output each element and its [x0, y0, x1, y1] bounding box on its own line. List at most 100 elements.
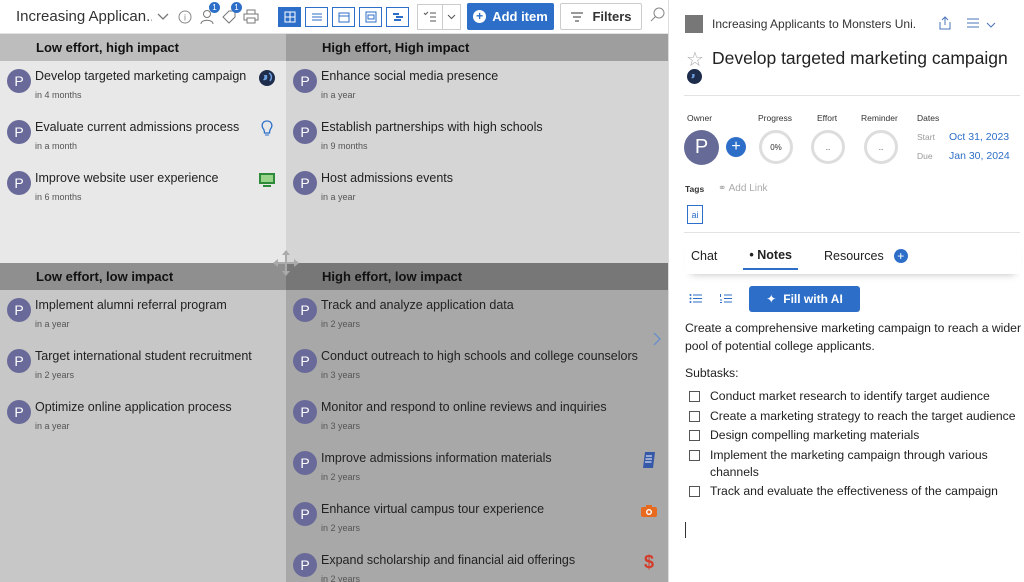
item-due: in 3 years: [321, 370, 361, 380]
search-icon[interactable]: [650, 6, 666, 27]
item-due: in 2 years: [321, 523, 361, 533]
add-link-button[interactable]: ⚭ Add Link: [718, 183, 768, 194]
list-item[interactable]: P Monitor and respond to online reviews …: [286, 392, 668, 443]
chevron-down-icon[interactable]: [986, 16, 996, 33]
chevron-down-icon[interactable]: [152, 6, 174, 28]
tab-resources[interactable]: Resources: [818, 243, 890, 269]
list-item[interactable]: P Improve website user experience in 6 m…: [0, 163, 286, 214]
subtask-checkbox[interactable]: [689, 449, 700, 461]
chevron-right-icon[interactable]: [653, 332, 661, 351]
item-title: Evaluate current admissions process: [35, 120, 240, 134]
list-item[interactable]: P Host admissions events in a year: [286, 163, 668, 214]
fill-with-ai-label: Fill with AI: [783, 292, 843, 306]
users-icon[interactable]: 1: [196, 1, 220, 28]
globe-icon[interactable]: [687, 69, 702, 84]
board-view-icon[interactable]: [359, 6, 382, 27]
move-arrows-icon[interactable]: [270, 248, 302, 278]
checklist-menu[interactable]: [417, 3, 461, 30]
print-icon[interactable]: [240, 6, 262, 28]
bullet-list-icon[interactable]: [689, 291, 703, 307]
info-icon[interactable]: i: [174, 6, 196, 28]
tag-icon[interactable]: 1: [218, 1, 242, 28]
subtask-text: Conduct market research to identify targ…: [710, 389, 990, 403]
item-title[interactable]: Develop targeted marketing campaign: [712, 48, 1008, 69]
list-view-icon[interactable]: [305, 6, 328, 27]
text-cursor: [685, 522, 686, 538]
item-title: Host admissions events: [321, 171, 454, 185]
avatar[interactable]: P: [684, 130, 719, 165]
progress-ring[interactable]: 0%: [759, 130, 793, 164]
subtask-item: Implement the marketing campaign through…: [685, 447, 1021, 481]
list-item[interactable]: P Enhance virtual campus tour experience…: [286, 494, 668, 545]
list-item[interactable]: P Target international student recruitme…: [0, 341, 286, 392]
gantt-view-icon[interactable]: [386, 6, 409, 27]
item-due: in a month: [35, 141, 78, 151]
item-due: in 4 months: [35, 90, 82, 100]
avatar: P: [293, 349, 317, 373]
subtask-item: Conduct market research to identify targ…: [685, 388, 1021, 405]
item-title: Implement alumni referral program: [35, 298, 227, 312]
item-due: in 2 years: [321, 319, 361, 329]
item-title: Monitor and respond to online reviews an…: [321, 400, 607, 414]
calendar-view-icon[interactable]: [332, 6, 355, 27]
subtask-text: Design compelling marketing materials: [710, 428, 920, 442]
chevron-down-icon[interactable]: [442, 4, 460, 29]
app-root: Increasing Applican... i 1 1 + Add item …: [0, 0, 1024, 582]
divider: [684, 95, 1020, 96]
filters-button[interactable]: Filters: [560, 3, 642, 30]
add-item-button[interactable]: + Add item: [467, 3, 554, 30]
menu-icon[interactable]: [966, 16, 980, 33]
list-item[interactable]: P Expand scholarship and financial aid o…: [286, 545, 668, 582]
effort-ring[interactable]: ..: [811, 130, 845, 164]
due-date[interactable]: Jan 30, 2024: [949, 150, 1010, 162]
add-resource-button[interactable]: +: [893, 249, 908, 263]
tab-chat[interactable]: Chat: [685, 243, 723, 269]
add-owner-button[interactable]: +: [726, 137, 746, 157]
list-item[interactable]: P Evaluate current admissions process in…: [0, 112, 286, 163]
list-item[interactable]: P Improve admissions information materia…: [286, 443, 668, 494]
checklist-icon[interactable]: [418, 5, 442, 29]
list-item[interactable]: P Establish partnerships with high schoo…: [286, 112, 668, 163]
avatar: P: [293, 451, 317, 475]
notes-editor[interactable]: Create a comprehensive marketing campaig…: [685, 319, 1021, 500]
item-title: Enhance virtual campus tour experience: [321, 502, 545, 516]
tab-notes-label: Notes: [757, 248, 792, 262]
reminder-ring[interactable]: ..: [864, 130, 898, 164]
list-item[interactable]: P Implement alumni referral program in a…: [0, 290, 286, 341]
item-due: in 2 years: [321, 472, 361, 482]
item-title: Track and analyze application data: [321, 298, 514, 312]
avatar: P: [293, 553, 317, 577]
subtask-item: Design compelling marketing materials: [685, 427, 1021, 444]
list-item[interactable]: P Track and analyze application data in …: [286, 290, 668, 341]
fill-with-ai-button[interactable]: ✦ Fill with AI: [749, 286, 860, 312]
list-item[interactable]: P Optimize online application process in…: [0, 392, 286, 443]
quadrant-title: Low effort, low impact: [0, 263, 286, 290]
list-item[interactable]: P Conduct outreach to high schools and c…: [286, 341, 668, 392]
tag-chip[interactable]: ai: [687, 205, 703, 224]
list-item[interactable]: P Develop targeted marketing campaign in…: [0, 61, 286, 112]
progress-label: Progress: [758, 113, 793, 123]
tab-notes[interactable]: • Notes: [743, 242, 798, 270]
item-title: Conduct outreach to high schools and col…: [321, 349, 638, 363]
share-icon[interactable]: [938, 15, 952, 33]
add-item-label: Add item: [492, 9, 548, 24]
subtask-list: Conduct market research to identify targ…: [685, 388, 1021, 500]
panel-project-title[interactable]: Increasing Applicants to Monsters Uni...: [712, 17, 916, 31]
toolbar: Increasing Applican... i 1 1 + Add item …: [0, 0, 668, 34]
numbered-list-icon[interactable]: [719, 291, 733, 307]
subtask-checkbox[interactable]: [689, 410, 700, 422]
project-thumbnail: [685, 15, 703, 33]
subtask-checkbox[interactable]: [689, 486, 700, 497]
subtask-checkbox[interactable]: [689, 391, 700, 402]
quadrant-high-effort-high-impact: High effort, High impact P Enhance socia…: [286, 34, 668, 263]
quadrant-title: High effort, High impact: [286, 34, 668, 61]
matrix-view-icon[interactable]: [278, 6, 301, 27]
camera-icon: [640, 502, 658, 520]
start-date[interactable]: Oct 31, 2023: [949, 131, 1009, 143]
project-title[interactable]: Increasing Applican...: [16, 8, 152, 25]
avatar: P: [293, 120, 317, 144]
subtask-checkbox[interactable]: [689, 430, 700, 441]
item-title: Expand scholarship and financial aid off…: [321, 553, 576, 567]
avatar: P: [7, 171, 31, 195]
list-item[interactable]: P Enhance social media presence in a yea…: [286, 61, 668, 112]
